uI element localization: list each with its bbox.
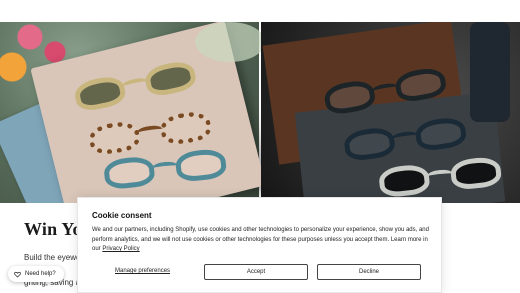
help-button[interactable]: Need help?	[8, 266, 64, 282]
hero-banner	[0, 22, 520, 203]
cookie-body: We and our partners, including Shopify, …	[92, 226, 432, 255]
page-subtext: Build the eyewea	[24, 253, 85, 262]
cookie-title: Cookie consent	[92, 211, 152, 220]
cookie-consent-dialog: Cookie consent We and our partners, incl…	[77, 197, 442, 293]
plate-decoration	[195, 22, 265, 62]
heart-chat-icon	[14, 271, 21, 278]
privacy-policy-link[interactable]: Privacy Policy	[102, 246, 139, 252]
bottle-decoration	[470, 22, 510, 122]
help-label: Need help?	[25, 271, 56, 277]
accept-button[interactable]: Accept	[204, 264, 308, 280]
hero-image-left	[0, 22, 266, 203]
cookie-body-text: We and our partners, including Shopify, …	[92, 227, 429, 253]
manage-preferences-link[interactable]: Manage preferences	[115, 268, 170, 274]
decline-button[interactable]: Decline	[317, 264, 421, 280]
